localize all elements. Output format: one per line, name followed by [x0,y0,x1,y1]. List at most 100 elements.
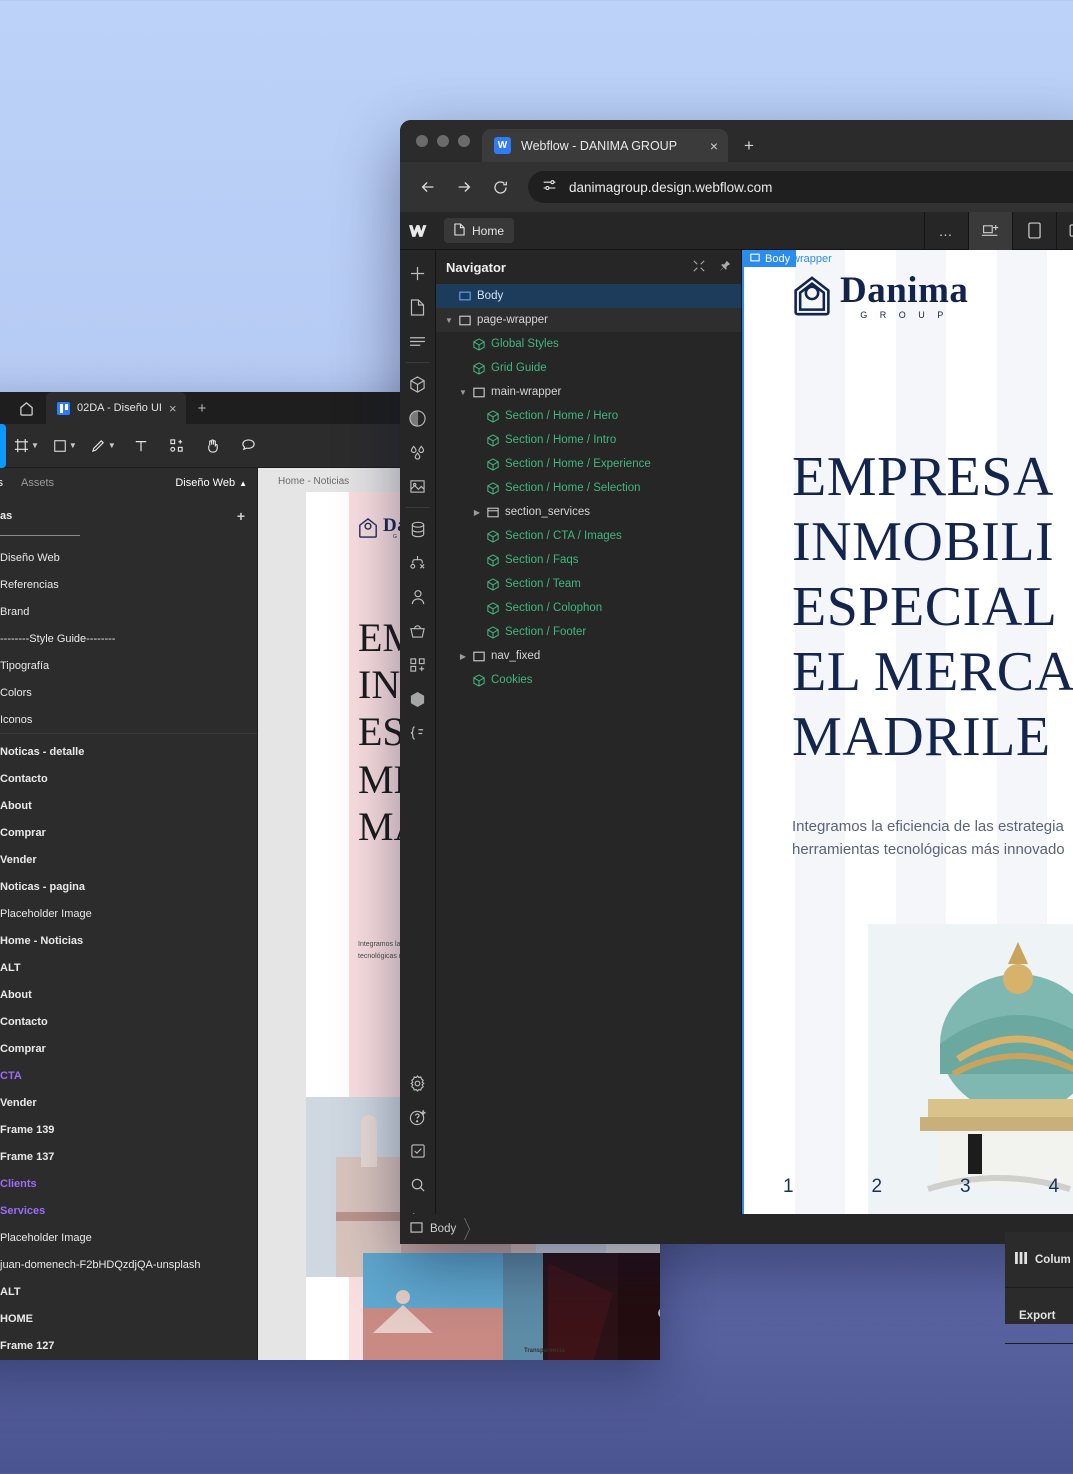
tab-layers[interactable]: Layers [0,477,3,489]
tablet-preview-icon[interactable] [1012,211,1056,250]
figma-page-item[interactable]: --------Style Guide-------- [0,625,257,652]
figma-layer-item[interactable]: Frame 139 [0,1116,257,1143]
components-icon[interactable] [402,367,434,401]
new-tab-button[interactable]: + [728,129,770,162]
pages-icon[interactable] [402,290,434,324]
cms-icon[interactable] [402,512,434,546]
hand-tool[interactable] [196,429,230,463]
figma-page-item[interactable]: Tipografía [0,652,257,679]
chevron-right-icon[interactable]: ▶ [456,652,470,661]
figma-new-tab-button[interactable]: + [186,400,219,417]
browser-traffic-lights[interactable] [412,120,482,162]
variables-icon[interactable] [402,435,434,469]
figma-layer-item[interactable]: Vender [0,1089,257,1116]
navigator-icon[interactable] [402,324,434,358]
chevron-down-icon[interactable]: ▼ [108,441,116,450]
figma-layer-item[interactable]: About [0,792,257,819]
logic-icon[interactable] [402,546,434,580]
address-bar[interactable]: danimagroup.design.webflow.com [528,171,1073,203]
chevron-down-icon[interactable]: ▼ [442,316,456,325]
close-icon[interactable]: × [710,138,718,154]
figma-layer-item[interactable]: ALT [0,1278,257,1305]
navigator-tree-item[interactable]: ▼ main-wrapper [436,380,741,404]
navigator-tree-item[interactable]: Global Styles [436,332,741,356]
figma-layer-item[interactable]: Services [0,1197,257,1224]
figma-layer-item[interactable]: Contacto [0,1008,257,1035]
chevron-down-icon[interactable]: ▼ [456,388,470,397]
forward-button[interactable] [448,171,480,203]
figma-page-item[interactable]: Diseño Web [0,544,257,571]
frame-name-label[interactable]: Home - Noticias [278,476,349,487]
figma-layer-item[interactable]: About [0,981,257,1008]
code-icon[interactable] [402,716,434,750]
help-icon[interactable] [402,1100,434,1134]
selected-element-badge[interactable]: Body [744,250,797,267]
figma-layer-item[interactable]: Clients [0,1170,257,1197]
shape-tool[interactable]: ▼ [47,429,83,463]
search-icon[interactable] [402,1168,434,1202]
navigator-tree-item[interactable]: ▶ section_services [436,500,741,524]
navigator-tree-item[interactable]: Section / Home / Selection [436,476,741,500]
figma-layer-item[interactable]: Contacto [0,765,257,792]
figma-layer-item[interactable]: Vender [0,846,257,873]
chevron-down-icon[interactable]: ▼ [69,441,77,450]
export-row[interactable]: Export [1005,1288,1073,1344]
figma-layer-item[interactable]: HOME [0,1305,257,1332]
figma-layer-item[interactable]: CTA [0,1062,257,1089]
figma-layer-item[interactable]: Comprar [0,819,257,846]
pin-icon[interactable] [719,260,731,275]
chevron-right-icon[interactable]: ▶ [470,508,484,517]
navigator-tree-item[interactable]: Section / Home / Hero [436,404,741,428]
columns-row[interactable]: Colum [1005,1232,1073,1288]
style-selector-icon[interactable] [402,401,434,435]
figma-page-item[interactable]: Referencias [0,571,257,598]
plus-icon[interactable]: + [237,508,245,524]
figma-layer-item[interactable]: Placeholder Image [0,1224,257,1251]
apps-icon[interactable] [402,648,434,682]
mobile-landscape-icon[interactable] [1056,211,1073,250]
figma-page-item[interactable]: Iconos [0,706,257,733]
audit-icon[interactable] [402,1134,434,1168]
minimize-window-dot[interactable] [437,135,449,147]
chevron-down-icon[interactable]: ▼ [31,441,39,450]
add-element-icon[interactable] [402,256,434,290]
pen-tool[interactable]: ▼ [85,429,122,463]
navigator-tree-item[interactable]: Grid Guide [436,356,741,380]
move-tool[interactable]: ▼ [0,423,6,468]
tab-assets[interactable]: Assets [21,477,54,489]
text-tool[interactable] [124,429,158,463]
settings-icon[interactable] [402,1066,434,1100]
figma-page-item[interactable]: Colors [0,679,257,706]
navigator-tree-item[interactable]: Section / Team [436,572,741,596]
webflow-canvas[interactable]: Body wrapper Danima G R O U P EMPRESA INM [742,250,1073,1244]
figma-layer-item[interactable]: ALT [0,954,257,981]
navigator-tree-item[interactable]: ▼ page-wrapper [436,308,741,332]
navigator-tree-item[interactable]: Section / Faqs [436,548,741,572]
figma-page-item[interactable]: Brand [0,598,257,625]
resources-tool[interactable] [160,429,194,463]
reload-button[interactable] [484,171,516,203]
figma-tab[interactable]: 02DA - Diseño UI × [46,392,186,424]
figma-layer-item[interactable]: Home - Noticias [0,927,257,954]
figma-layer-item[interactable]: Noticas - pagina [0,873,257,900]
figma-layer-item[interactable]: juan-domenech-F2bHDQzdjQA-unsplash [0,1251,257,1278]
more-options-icon[interactable]: … [924,211,968,250]
maximize-window-dot[interactable] [458,135,470,147]
figma-home-button[interactable] [6,392,46,424]
figma-layer-item[interactable]: Frame 137 [0,1143,257,1170]
navigator-tree-item[interactable]: Section / Colophon [436,596,741,620]
libraries-icon[interactable] [402,682,434,716]
close-icon[interactable]: × [169,402,177,415]
close-window-dot[interactable] [416,135,428,147]
navigator-tree-item[interactable]: Section / Home / Intro [436,428,741,452]
navigator-tree-item[interactable]: Section / Footer [436,620,741,644]
frame-tool[interactable]: ▼ [8,429,45,463]
users-icon[interactable] [402,580,434,614]
navigator-tree-item[interactable]: Cookies [436,668,741,692]
webflow-logo-icon[interactable] [400,212,438,250]
add-page-icon[interactable] [968,211,1012,250]
ecommerce-icon[interactable] [402,614,434,648]
navigator-tree-item[interactable]: ▶ nav_fixed [436,644,741,668]
site-settings-icon[interactable] [542,178,557,196]
comment-tool[interactable] [232,429,266,463]
